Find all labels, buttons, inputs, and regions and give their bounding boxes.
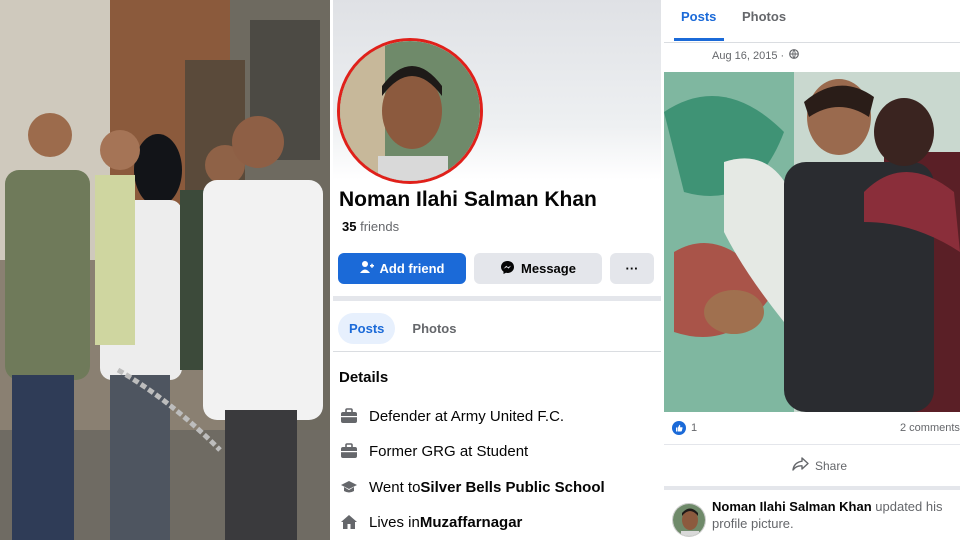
tab-posts[interactable]: Posts [338,313,396,344]
detail-item-work: Defender at Army United F.C. [339,407,564,425]
post-timestamp[interactable]: Aug 16, 2015 · [712,49,800,62]
details-heading: Details [339,369,389,386]
profile-update-text: Noman Ilahi Salman Khan updated his prof… [712,498,952,532]
feed-tabs-divider [664,42,960,43]
add-friend-label: Add friend [379,261,445,276]
feed-tab-photos[interactable]: Photos [742,9,786,24]
profile-panel: Noman Ilahi Salman Khan 35 friends Add f… [333,0,661,540]
post-date: Aug 16, 2015 · [712,49,785,62]
tabs-divider [333,351,661,352]
tab-photos[interactable]: Photos [401,313,467,344]
section-divider [333,296,661,301]
add-person-icon [359,260,374,277]
update-author[interactable]: Noman Ilahi Salman Khan [712,499,872,514]
friends-count-value: 35 [342,219,357,234]
feed-panel: Posts Photos Aug 16, 2015 · 1 2 comments… [664,0,960,540]
friends-count[interactable]: 35 friends [342,219,399,234]
likes-count: 1 [691,422,698,434]
message-button[interactable]: Message [474,253,602,284]
messenger-icon [500,260,515,278]
detail-item-education: Went to Silver Bells Public School [339,478,605,496]
profile-name: Noman Ilahi Salman Khan [339,188,597,211]
globe-icon [789,49,800,62]
detail-text: Went to [369,478,421,496]
add-friend-button[interactable]: Add friend [338,253,466,284]
share-icon [792,457,809,474]
message-label: Message [521,261,576,276]
like-icon [672,421,686,435]
briefcase-icon [339,407,359,425]
feed-tab-posts[interactable]: Posts [681,9,716,24]
profile-tabs: Posts Photos [338,313,467,344]
location-link[interactable]: Muzaffarnagar [420,514,523,531]
share-label: Share [815,458,848,473]
detail-text: Defender at Army United F.C. [369,407,565,425]
profile-avatar[interactable] [337,38,483,184]
friends-count-label: friends [360,219,400,234]
post-photo[interactable] [664,72,960,412]
arrest-photo [0,0,330,540]
more-options-button[interactable]: ··· [610,253,654,284]
detail-item-location: Lives in Muzaffarnagar [339,513,522,531]
more-options-icon: ··· [625,261,639,276]
detail-item-former-work: Former GRG at Student [339,442,528,460]
graduation-cap-icon [339,478,359,496]
comments-count[interactable]: 2 comments [900,422,960,434]
active-tab-indicator [674,38,724,41]
briefcase-icon [339,442,359,460]
detail-text: Lives in [369,513,420,531]
home-icon [339,513,359,531]
update-avatar[interactable] [672,503,706,537]
post-divider [664,486,960,490]
detail-text: Former GRG at Student [369,442,529,460]
share-button[interactable]: Share [792,457,847,474]
school-link[interactable]: Silver Bells Public School [420,479,604,496]
reactions-summary[interactable]: 1 [672,421,697,435]
actions-divider [664,444,960,445]
